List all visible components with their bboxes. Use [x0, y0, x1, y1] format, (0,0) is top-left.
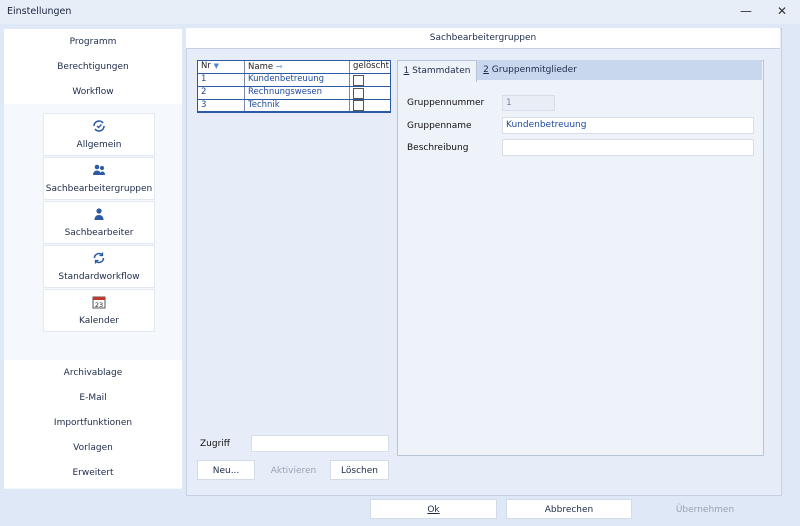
- tile-sachbearbeitergruppen[interactable]: Sachbearbeitergruppen: [43, 157, 155, 200]
- sidebar-item-erweitert[interactable]: Erweitert: [4, 468, 182, 478]
- gruppennummer-label: Gruppennummer: [407, 98, 485, 108]
- deleted-checkbox[interactable]: [353, 75, 364, 86]
- zugriff-label: Zugriff: [200, 439, 230, 449]
- cycle-icon: [44, 251, 154, 265]
- gruppennummer-field: 1: [502, 95, 555, 111]
- cell-nr[interactable]: 2: [201, 87, 206, 98]
- tile-allgemein[interactable]: Allgemein: [43, 113, 155, 156]
- sort-down-icon: ▼: [213, 62, 219, 70]
- sidebar-top-section: Programm Berechtigungen Workflow: [4, 29, 182, 104]
- tile-label: Kalender: [79, 316, 119, 326]
- beschreibung-label: Beschreibung: [407, 143, 469, 153]
- sidebar-item-programm[interactable]: Programm: [4, 37, 182, 47]
- sidebar-item-berechtigungen[interactable]: Berechtigungen: [4, 62, 182, 72]
- loeschen-button[interactable]: Löschen: [330, 460, 389, 480]
- ok-button[interactable]: Ok: [370, 499, 497, 519]
- deleted-checkbox[interactable]: [353, 100, 364, 111]
- tab-stammdaten[interactable]: 1 Stammdaten: [397, 60, 477, 82]
- tile-label: Sachbearbeitergruppen: [45, 184, 153, 194]
- tile-kalender[interactable]: 23 Kalender: [43, 289, 155, 332]
- column-header-geloescht[interactable]: gelöscht: [353, 61, 389, 72]
- minimize-button[interactable]: —: [734, 2, 758, 20]
- title-bar: [0, 0, 800, 24]
- row-divider: [198, 111, 390, 112]
- user-icon: [44, 207, 154, 221]
- key-icon: ⊸: [275, 62, 283, 71]
- sidebar-item-vorlagen[interactable]: Vorlagen: [4, 443, 182, 453]
- neu-button[interactable]: Neu...: [197, 460, 255, 480]
- cell-nr[interactable]: 1: [201, 74, 206, 85]
- column-header-nr[interactable]: Nr ▼: [201, 61, 219, 72]
- sidebar-bottom-section: Archivablage E-Mail Importfunktionen Vor…: [4, 360, 182, 488]
- tile-standardworkflow[interactable]: Standardworkflow: [43, 245, 155, 288]
- tile-sachbearbeiter[interactable]: Sachbearbeiter: [43, 201, 155, 244]
- cell-name[interactable]: Technik: [248, 100, 280, 111]
- tile-label: Standardworkflow: [58, 272, 140, 282]
- workflow-tiles: Allgemein Sachbearbeitergruppen Sachbear…: [4, 104, 182, 360]
- abbrechen-button[interactable]: Abbrechen: [506, 499, 632, 519]
- beschreibung-field[interactable]: [502, 139, 754, 156]
- cell-name[interactable]: Kundenbetreuung: [248, 74, 324, 85]
- tab-gruppenmitglieder[interactable]: 2 Gruppenmitglieder: [480, 60, 580, 80]
- sidebar-item-workflow[interactable]: Workflow: [4, 87, 182, 97]
- calendar-day: 23: [95, 301, 103, 309]
- calendar-icon: 23: [44, 295, 154, 309]
- tile-label: Allgemein: [76, 140, 122, 150]
- cell-name[interactable]: Rechnungswesen: [248, 87, 322, 98]
- uebernehmen-button[interactable]: Übernehmen: [642, 499, 768, 519]
- close-button[interactable]: ✕: [770, 2, 794, 20]
- gruppenname-label: Gruppenname: [407, 121, 472, 131]
- page-title: Sachbearbeitergruppen: [186, 28, 780, 49]
- gruppenname-field[interactable]: Kundenbetreuung: [502, 117, 754, 134]
- window-title: Einstellungen: [7, 6, 72, 17]
- cell-nr[interactable]: 3: [201, 100, 206, 111]
- aktivieren-button[interactable]: Aktivieren: [261, 460, 326, 480]
- tile-label: Sachbearbeiter: [64, 228, 134, 238]
- deleted-checkbox[interactable]: [353, 88, 364, 99]
- column-header-name[interactable]: Name ⊸: [248, 61, 282, 72]
- users-icon: [44, 163, 154, 177]
- groups-table[interactable]: Nr ▼ Name ⊸ gelöscht 1 Kundenbetreuung 2…: [197, 60, 391, 113]
- sidebar-item-importfunktionen[interactable]: Importfunktionen: [4, 418, 182, 428]
- zugriff-field[interactable]: [251, 435, 389, 452]
- sidebar-item-email[interactable]: E-Mail: [4, 393, 182, 403]
- sidebar-item-archivablage[interactable]: Archivablage: [4, 368, 182, 378]
- refresh-check-icon: [44, 119, 154, 133]
